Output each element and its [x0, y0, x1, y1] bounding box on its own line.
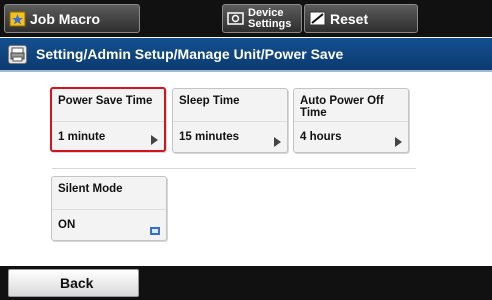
tile-divider — [294, 121, 408, 122]
printer-icon — [8, 44, 27, 64]
arrow-right-icon — [274, 137, 281, 147]
device-settings-label: Device Settings — [248, 6, 292, 30]
tile-divider — [173, 121, 287, 122]
tile-title: Silent Mode — [58, 183, 123, 195]
row-divider — [52, 168, 416, 169]
job-macro-button[interactable]: Job Macro — [4, 4, 140, 33]
job-macro-label: Job Macro — [30, 10, 101, 27]
reset-label: Reset — [330, 10, 369, 27]
silent-mode-tile[interactable]: Silent Mode ON — [51, 176, 167, 241]
arrow-right-icon — [395, 137, 402, 147]
tile-divider — [52, 209, 166, 210]
tile-value: 4 hours — [300, 131, 342, 143]
back-button[interactable]: Back — [8, 269, 139, 297]
reset-button[interactable]: Reset — [304, 4, 418, 33]
tile-value: 1 minute — [58, 131, 106, 143]
device-settings-line1: Device — [248, 6, 284, 19]
job-macro-icon — [9, 10, 26, 27]
power-save-time-tile[interactable]: Power Save Time 1 minute — [50, 87, 166, 152]
top-toolbar: Job Macro Device Settings Reset — [0, 0, 492, 37]
tile-title: Sleep Time — [179, 95, 240, 107]
tile-value: ON — [58, 219, 76, 231]
bottom-bar: Back — [0, 266, 492, 300]
breadcrumb-bar: Setting/Admin Setup/Manage Unit/Power Sa… — [0, 38, 492, 72]
device-settings-line2: Settings — [248, 17, 292, 30]
tile-divider — [52, 121, 164, 122]
tile-title: Auto Power Off Time — [300, 95, 384, 119]
sleep-time-tile[interactable]: Sleep Time 15 minutes — [172, 88, 288, 153]
toggle-indicator-icon — [150, 227, 160, 235]
breadcrumb: Setting/Admin Setup/Manage Unit/Power Sa… — [36, 46, 344, 62]
reset-icon — [309, 10, 326, 27]
device-settings-icon — [227, 10, 244, 27]
auto-power-off-time-tile[interactable]: Auto Power Off Time 4 hours — [293, 88, 409, 153]
tile-title: Power Save Time — [58, 95, 153, 107]
tile-value: 15 minutes — [179, 131, 240, 143]
device-settings-button[interactable]: Device Settings — [222, 4, 302, 33]
arrow-right-icon — [151, 135, 158, 145]
